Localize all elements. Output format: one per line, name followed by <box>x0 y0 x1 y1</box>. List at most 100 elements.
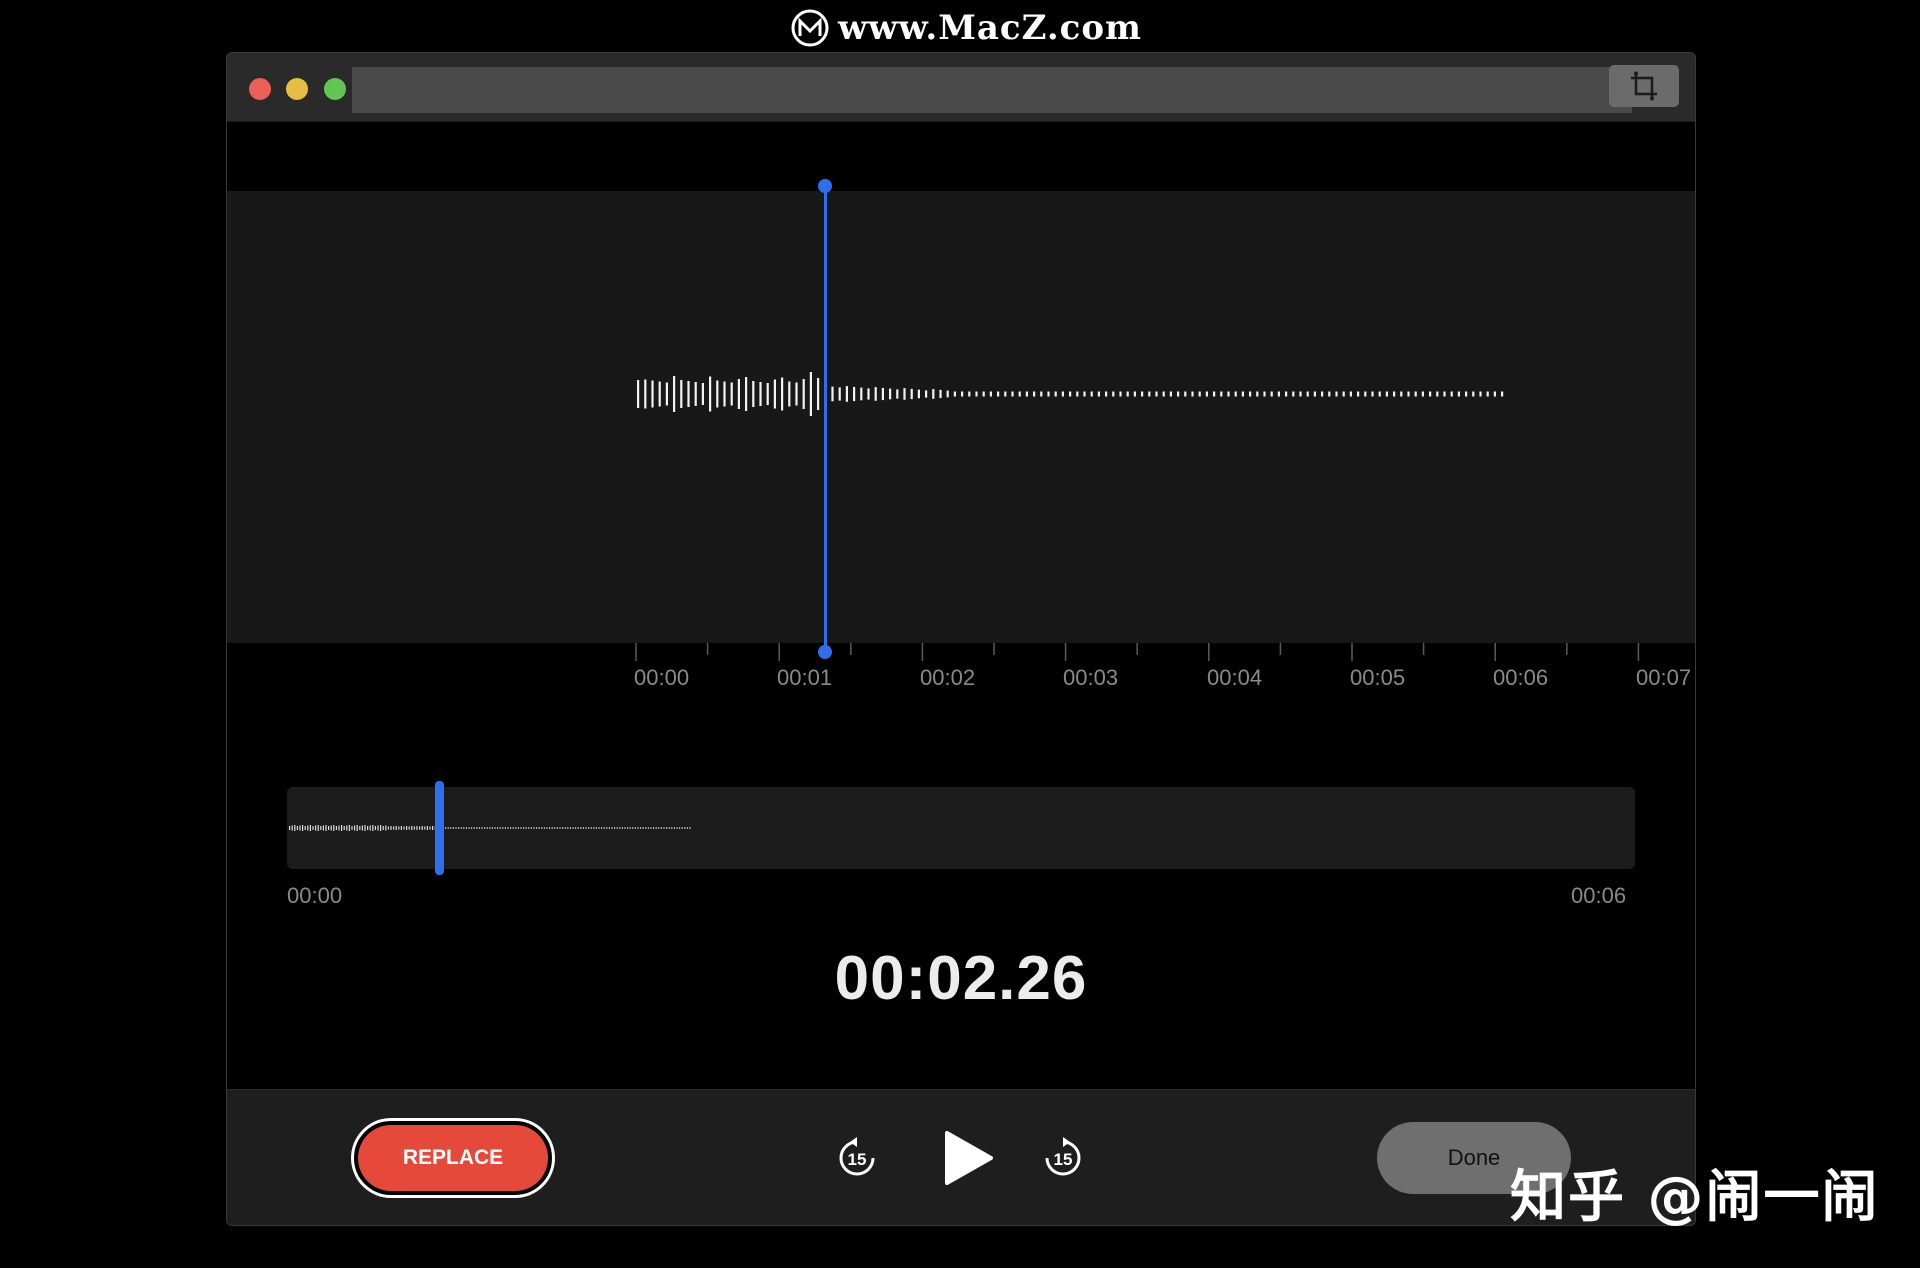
overview-bar <box>621 827 623 829</box>
overview-bar <box>380 825 382 831</box>
waveform-bar <box>1126 391 1129 397</box>
waveform-bar <box>1119 391 1122 397</box>
waveform-bar <box>1112 391 1115 397</box>
overview-bar <box>663 827 665 829</box>
tick-label: 00:02 <box>920 665 976 690</box>
waveform-bar <box>1025 391 1028 397</box>
close-window-button[interactable] <box>249 78 271 100</box>
waveform-bar <box>1241 391 1244 397</box>
playhead-top-handle[interactable] <box>818 179 833 193</box>
overview-bar <box>642 827 644 829</box>
waveform-bar <box>1133 391 1136 397</box>
overview-bar <box>387 826 389 830</box>
overview-bar <box>551 827 553 829</box>
waveform-bar <box>1493 391 1496 397</box>
overview-start-label: 00:00 <box>287 883 343 908</box>
waveform-bar <box>1321 391 1324 397</box>
trim-button[interactable] <box>1609 65 1679 107</box>
overview-bar <box>554 827 556 829</box>
overview-bar <box>421 826 423 830</box>
watermark-macz: www.MacZ.com <box>790 6 1142 50</box>
waveform-bar <box>1061 391 1064 397</box>
waveform-bar <box>932 389 935 399</box>
overview-bar <box>338 825 340 831</box>
waveform-bar <box>953 391 956 397</box>
waveform-bar <box>737 379 740 409</box>
waveform-bar <box>1169 391 1172 397</box>
overview-bar <box>354 825 356 831</box>
skip-forward-15-button[interactable]: 15 <box>1041 1136 1085 1180</box>
overview-bar <box>562 827 564 829</box>
waveform-bar <box>1378 391 1381 397</box>
overview-bar <box>619 827 621 829</box>
waveform-bar <box>1299 391 1302 397</box>
overview-bar <box>432 826 434 830</box>
play-button[interactable] <box>937 1128 997 1188</box>
overview-bar <box>601 827 603 829</box>
overview-bar <box>328 826 330 830</box>
overview-bar <box>382 826 384 830</box>
overview-bar <box>515 827 517 829</box>
waveform-bar <box>989 391 992 397</box>
waveform-bar <box>845 386 848 402</box>
waveform-bar <box>1421 391 1424 397</box>
ruler-ticks <box>635 643 1640 661</box>
waveform-bar <box>1155 391 1158 397</box>
waveform-bar <box>773 379 776 409</box>
waveform-bar <box>1076 391 1079 397</box>
overview-bar <box>429 826 431 830</box>
current-time-display: 00:02.26 <box>834 944 1088 1013</box>
waveform-bar <box>946 390 949 398</box>
waveform-bar <box>665 382 668 406</box>
overview-scrubber[interactable] <box>287 781 1635 875</box>
skip-back-15-button[interactable]: 15 <box>835 1136 879 1180</box>
overview-bar <box>668 827 670 829</box>
overview-bar <box>481 827 483 829</box>
overview-bar <box>673 827 675 829</box>
waveform-bar <box>1097 391 1100 397</box>
waveform-bar <box>968 391 971 397</box>
voice-memos-window: 00:00 00:01 00:02 00:03 00:04 00:05 00:0… <box>226 52 1696 1226</box>
overview-bar <box>478 827 480 829</box>
overview-bar <box>575 827 577 829</box>
skip-forward-label: 15 <box>1054 1150 1073 1169</box>
replace-button[interactable]: REPLACE <box>351 1118 555 1198</box>
playhead[interactable] <box>818 179 833 659</box>
tick-label: 00:07 <box>1636 665 1692 690</box>
waveform-bar <box>658 381 661 407</box>
waveform-bar <box>1184 391 1187 397</box>
minimize-window-button[interactable] <box>286 78 308 100</box>
overview-bar <box>307 825 309 831</box>
overview-bar <box>645 827 647 829</box>
overview-bar <box>398 826 400 830</box>
overview-position-handle[interactable] <box>435 781 445 875</box>
overview-bar <box>689 827 691 829</box>
overview-bar <box>499 827 501 829</box>
overview-bar <box>580 827 582 829</box>
waveform-bar <box>1162 391 1165 397</box>
overview-bar <box>364 825 366 831</box>
waveform-bar <box>889 388 892 400</box>
playhead-bottom-handle[interactable] <box>818 645 833 659</box>
waveform-panel[interactable] <box>227 191 1695 643</box>
overview-bar <box>627 827 629 829</box>
overview-bar <box>309 825 311 831</box>
overview-end-label: 00:06 <box>1571 883 1627 908</box>
waveform-bar <box>637 380 640 408</box>
overview-bar <box>419 826 421 830</box>
overview-bar <box>510 827 512 829</box>
waveform-bar <box>1313 391 1316 397</box>
maximize-window-button[interactable] <box>324 78 346 100</box>
overview-bar <box>497 827 499 829</box>
skip-back-icon: 15 <box>839 1137 875 1176</box>
waveform-bar <box>1465 391 1468 397</box>
overview-bar <box>450 827 452 829</box>
skip-forward-icon: 15 <box>1045 1137 1081 1176</box>
overview-bar <box>577 827 579 829</box>
overview-bar <box>489 827 491 829</box>
overview-bar <box>616 827 618 829</box>
macz-logo-icon <box>791 9 829 47</box>
waveform-bar <box>925 390 928 398</box>
waveform-bar <box>1220 391 1223 397</box>
overview-bar <box>533 827 535 829</box>
